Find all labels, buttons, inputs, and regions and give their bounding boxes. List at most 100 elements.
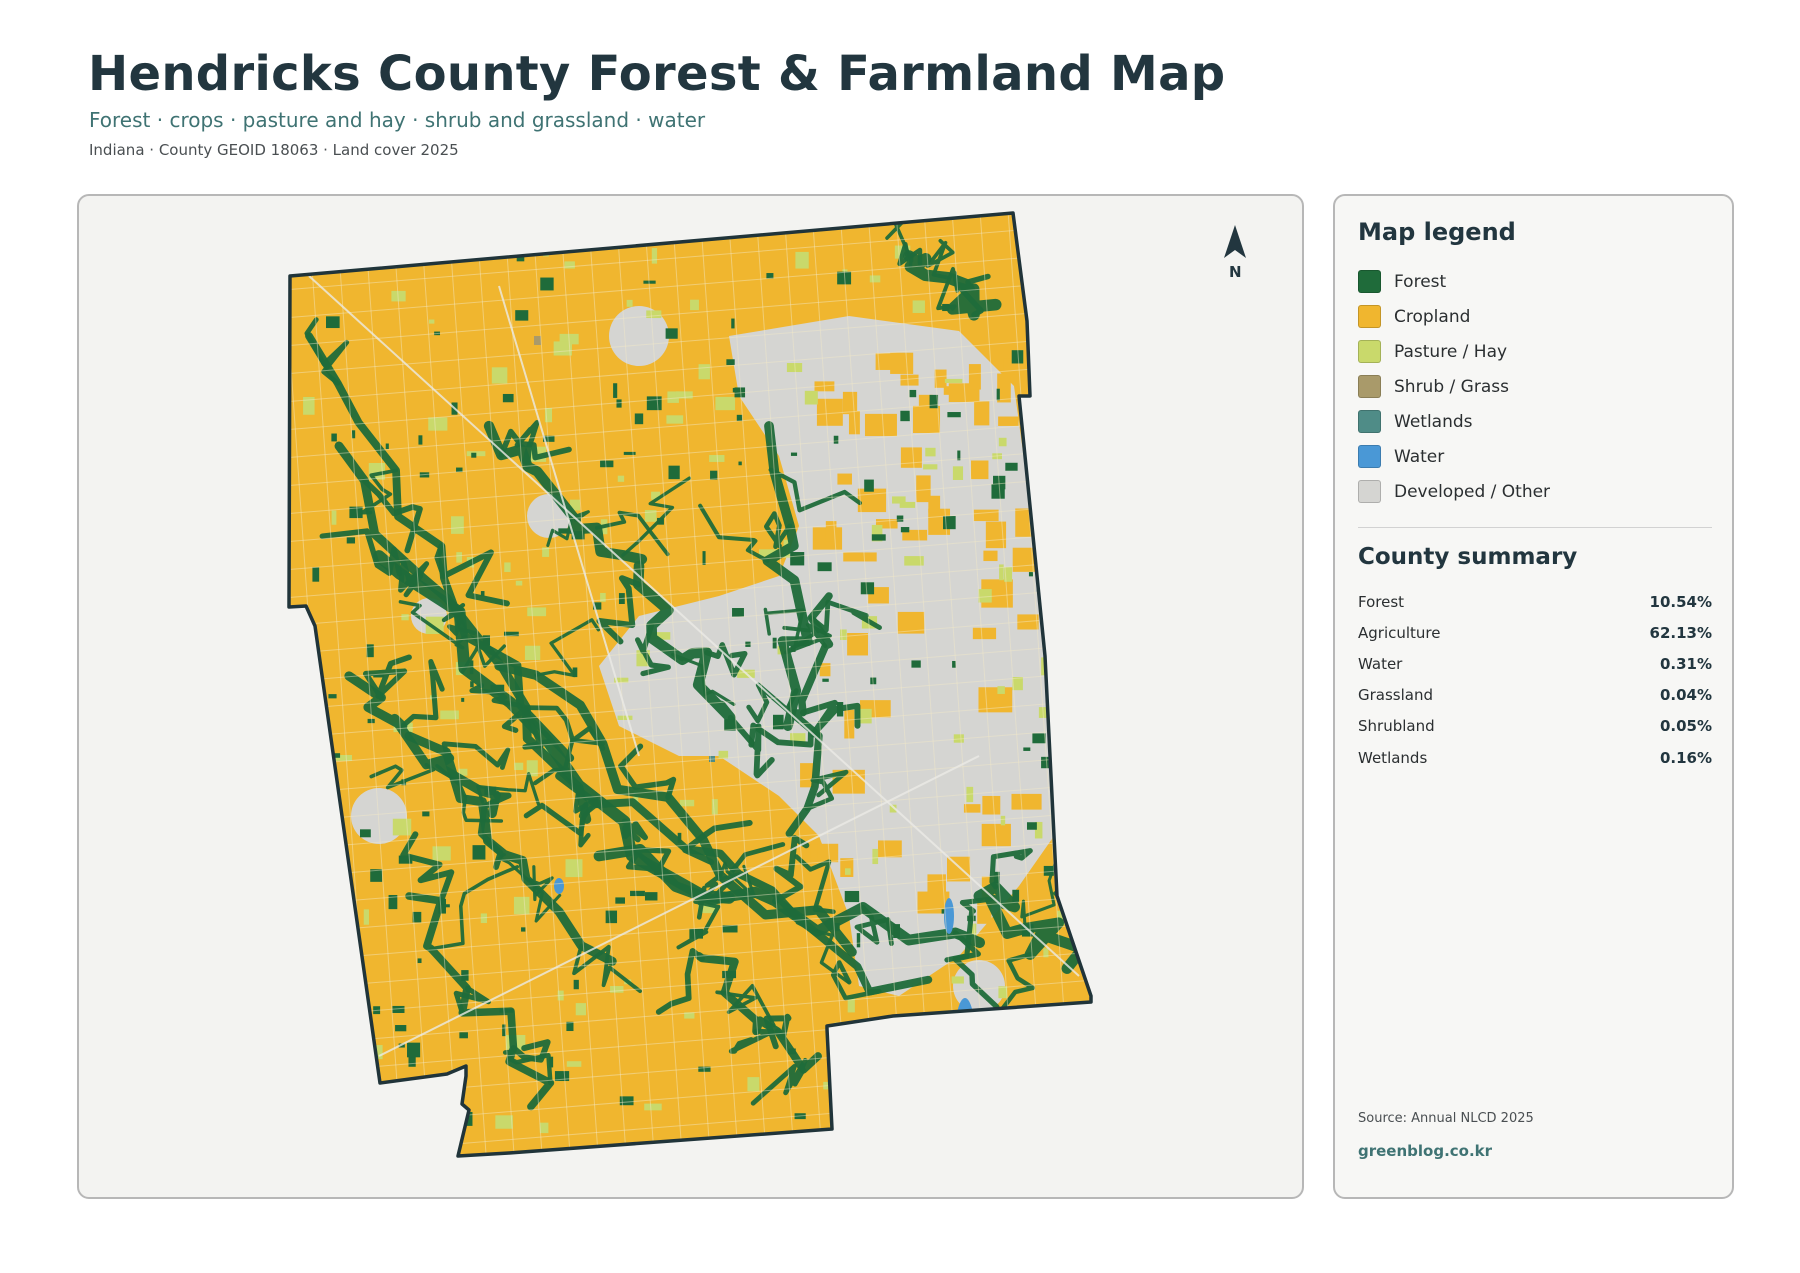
forest-patch <box>605 910 618 924</box>
county-map[interactable] <box>79 196 1302 1197</box>
pasture-patch <box>565 859 583 878</box>
forest-patch <box>702 551 706 565</box>
legend-swatch-cropland <box>1358 305 1381 328</box>
pasture-patch <box>860 1042 866 1047</box>
pasture-patch <box>428 417 448 431</box>
brand-link[interactable]: greenblog.co.kr <box>1358 1142 1492 1160</box>
cropland-patch <box>928 495 941 513</box>
forest-patch <box>677 832 682 843</box>
road-line <box>1090 213 1091 1156</box>
summary-name: Shrubland <box>1358 717 1435 736</box>
forest-patch <box>790 552 805 566</box>
forest-patch <box>1043 865 1054 876</box>
forest-patch <box>459 1032 468 1039</box>
pasture-patch <box>432 846 451 861</box>
forest-patch <box>644 892 658 901</box>
cropland-patch <box>912 405 941 434</box>
forest-patch <box>911 660 921 668</box>
legend-item-cropland: Cropland <box>1358 299 1550 334</box>
pasture-patch <box>846 1078 861 1087</box>
summary-value: 0.31% <box>1659 654 1712 673</box>
forest-patch <box>726 359 735 366</box>
pasture-patch <box>401 614 409 621</box>
forest-patch <box>996 388 1000 401</box>
north-label: N <box>1229 263 1242 281</box>
pasture-patch <box>325 1091 339 1105</box>
forest-patch <box>573 979 579 990</box>
cropland-patch <box>1015 508 1040 537</box>
pasture-patch <box>951 976 964 984</box>
forest-patch <box>864 479 874 492</box>
pasture-patch <box>795 251 809 269</box>
pasture-patch <box>844 868 851 875</box>
pasture-patch <box>872 848 879 865</box>
legend-list: Forest Cropland Pasture / Hay Shrub / Gr… <box>1358 264 1550 509</box>
forest-patch <box>615 897 625 904</box>
pasture-patch <box>998 437 1007 447</box>
pasture-patch <box>698 364 710 380</box>
forest-patch <box>953 1070 960 1084</box>
summary-row: Shrubland 0.05% <box>1358 711 1712 742</box>
forest-patch <box>668 465 680 480</box>
pasture-patch <box>495 1115 513 1129</box>
cropland-patch <box>844 709 855 739</box>
forest-patch <box>458 1114 464 1128</box>
forest-patch <box>893 924 900 939</box>
cropland-patch <box>974 401 990 426</box>
forest-patch <box>943 516 956 530</box>
cropland-patch <box>817 843 839 863</box>
pasture-patch <box>892 496 906 504</box>
forest-patch <box>732 608 744 617</box>
legend-label-water: Water <box>1394 446 1445 467</box>
forest-patch <box>440 904 450 908</box>
legend-swatch-forest <box>1358 270 1381 293</box>
pasture-patch <box>999 564 1004 581</box>
forest-patch <box>836 702 844 717</box>
forest-patch <box>817 562 832 572</box>
cropland-patch <box>890 352 914 374</box>
cropland-patch <box>816 398 843 426</box>
map-panel[interactable] <box>77 194 1304 1199</box>
forest-patch <box>790 452 798 456</box>
water-body <box>390 1090 398 1102</box>
forest-patch <box>461 697 465 702</box>
summary-title: County summary <box>1358 544 1578 570</box>
forest-patch <box>540 277 554 291</box>
forest-patch <box>929 1132 939 1142</box>
forest-patch <box>860 582 875 595</box>
pasture-patch <box>311 1116 319 1122</box>
source-note: Source: Annual NLCD 2025 <box>1358 1111 1534 1126</box>
shrub-patch <box>534 336 541 345</box>
cropland-patch <box>973 509 999 522</box>
legend-label-pasture: Pasture / Hay <box>1394 341 1508 362</box>
pasture-patch <box>646 310 662 319</box>
legend-swatch-water <box>1358 445 1381 468</box>
road-line <box>1062 213 1091 1156</box>
pasture-patch <box>925 447 936 457</box>
pasture-patch <box>690 299 699 311</box>
pasture-patch <box>450 516 464 534</box>
forest-patch <box>772 714 784 730</box>
pasture-patch <box>948 1064 957 1081</box>
pasture-patch <box>566 1061 582 1067</box>
forest-patch <box>982 1060 986 1076</box>
pasture-patch <box>651 248 658 264</box>
forest-patch <box>417 958 422 964</box>
pasture-patch <box>978 589 992 603</box>
summary-row: Water 0.31% <box>1358 648 1712 679</box>
forest-patch <box>871 534 886 541</box>
forest-patch <box>422 811 430 817</box>
pasture-patch <box>617 715 633 720</box>
water-body <box>554 878 564 894</box>
pasture-patch <box>513 896 530 915</box>
legend-item-wetlands: Wetlands <box>1358 404 1550 439</box>
legend-swatch-wetlands <box>1358 410 1381 433</box>
pasture-patch <box>923 464 938 470</box>
cropland-patch <box>864 413 897 437</box>
forest-patch <box>657 517 664 525</box>
forest-patch <box>990 1065 1000 1081</box>
cropland-patch <box>837 473 852 485</box>
cropland-patch <box>847 633 868 656</box>
summary-value: 0.04% <box>1659 686 1712 705</box>
pasture-patch <box>804 390 818 405</box>
